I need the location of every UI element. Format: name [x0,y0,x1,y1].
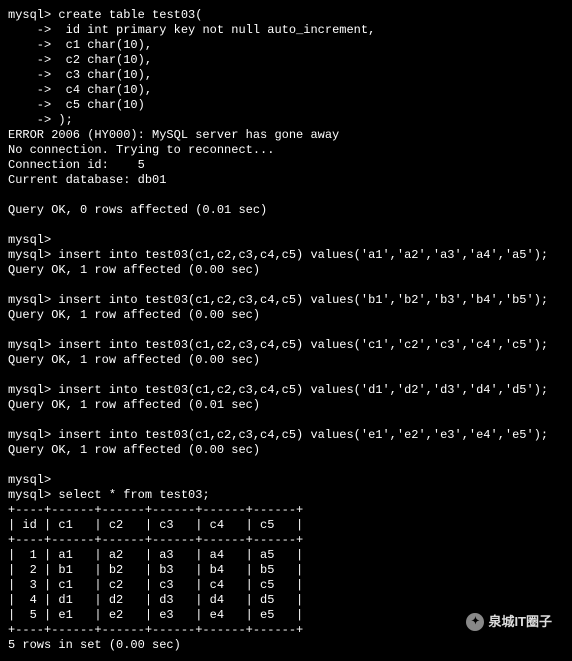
result-line: Query OK, 1 row affected (0.01 sec) [8,398,564,413]
result-line: Query OK, 1 row affected (0.00 sec) [8,308,564,323]
sql-line: mysql> insert into test03(c1,c2,c3,c4,c5… [8,248,564,263]
sql-line: mysql> insert into test03(c1,c2,c3,c4,c5… [8,338,564,353]
blank-line [8,188,564,203]
sql-line: mysql> select * from test03; [8,488,564,503]
table-row: | 2 | b1 | b2 | b3 | b4 | b5 | [8,563,564,578]
sql-line: -> c3 char(10), [8,68,564,83]
sql-line: -> c1 char(10), [8,38,564,53]
sql-line: -> c4 char(10), [8,83,564,98]
result-line: Query OK, 0 rows affected (0.01 sec) [8,203,564,218]
prompt-line: mysql> [8,233,564,248]
blank-line [8,278,564,293]
blank-line [8,323,564,338]
error-line: Connection id: 5 [8,158,564,173]
terminal[interactable]: mysql> create table test03( -> id int pr… [8,8,564,653]
table-row: | 4 | d1 | d2 | d3 | d4 | d5 | [8,593,564,608]
blank-line [8,368,564,383]
table-header: | id | c1 | c2 | c3 | c4 | c5 | [8,518,564,533]
result-line: 5 rows in set (0.00 sec) [8,638,564,653]
sql-line: mysql> create table test03( [8,8,564,23]
result-line: Query OK, 1 row affected (0.00 sec) [8,263,564,278]
sql-line: mysql> insert into test03(c1,c2,c3,c4,c5… [8,293,564,308]
blank-line [8,458,564,473]
blank-line [8,413,564,428]
watermark: ✦ 泉城IT圈子 [466,613,552,631]
error-line: No connection. Trying to reconnect... [8,143,564,158]
sql-line: mysql> insert into test03(c1,c2,c3,c4,c5… [8,428,564,443]
watermark-text: 泉城IT圈子 [488,614,552,630]
error-line: ERROR 2006 (HY000): MySQL server has gon… [8,128,564,143]
table-border: +----+------+------+------+------+------… [8,503,564,518]
sql-line: mysql> insert into test03(c1,c2,c3,c4,c5… [8,383,564,398]
sql-line: -> ); [8,113,564,128]
result-line: Query OK, 1 row affected (0.00 sec) [8,353,564,368]
wechat-icon: ✦ [466,613,484,631]
sql-line: -> c2 char(10), [8,53,564,68]
error-line: Current database: db01 [8,173,564,188]
prompt-line: mysql> [8,473,564,488]
sql-line: -> id int primary key not null auto_incr… [8,23,564,38]
result-line: Query OK, 1 row affected (0.00 sec) [8,443,564,458]
table-border: +----+------+------+------+------+------… [8,533,564,548]
blank-line [8,218,564,233]
table-row: | 1 | a1 | a2 | a3 | a4 | a5 | [8,548,564,563]
table-row: | 3 | c1 | c2 | c3 | c4 | c5 | [8,578,564,593]
sql-line: -> c5 char(10) [8,98,564,113]
